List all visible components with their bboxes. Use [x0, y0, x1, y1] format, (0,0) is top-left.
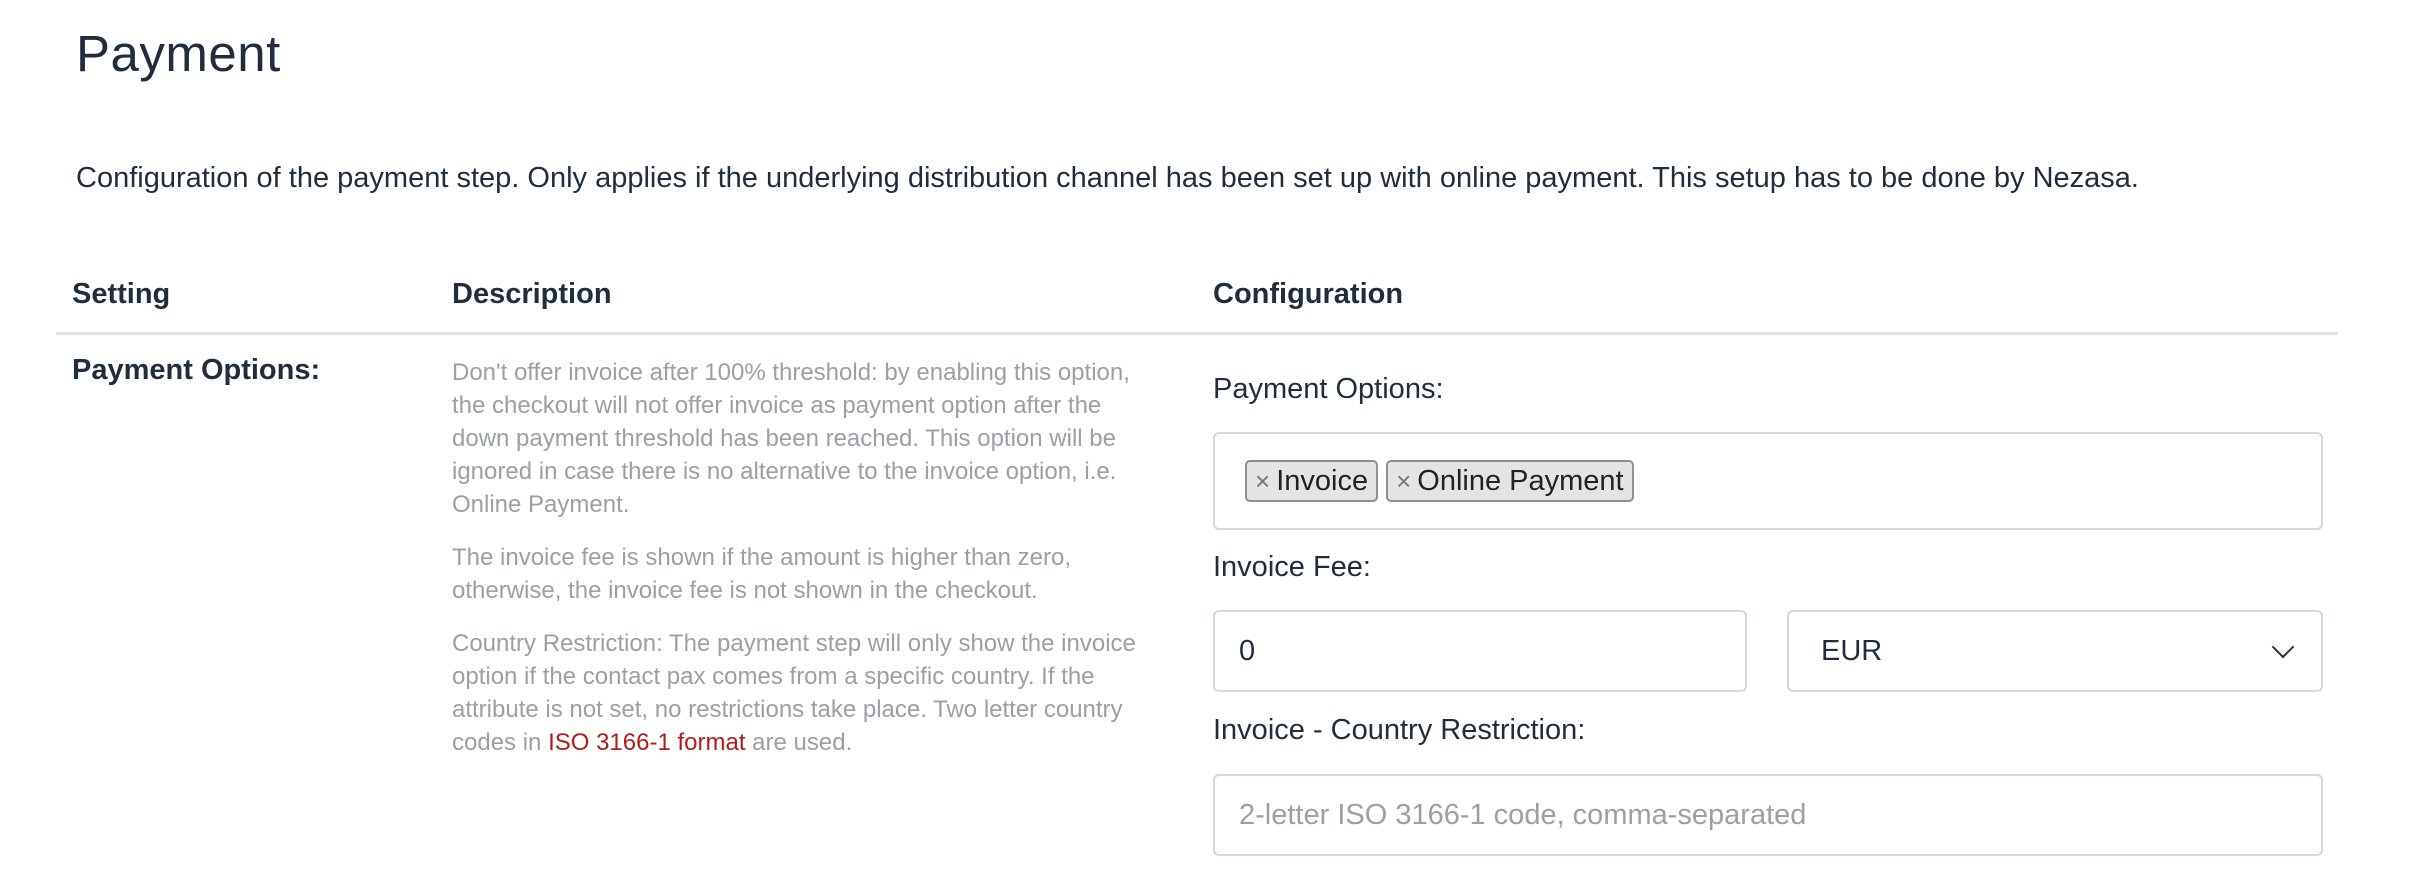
currency-value: EUR: [1821, 634, 1883, 667]
tag-online-payment: × Online Payment: [1386, 460, 1634, 502]
tag-label: Invoice: [1276, 464, 1369, 497]
tag-invoice: × Invoice: [1245, 460, 1379, 502]
country-restriction-label: Invoice - Country Restriction:: [1213, 714, 1586, 746]
column-header-description: Description: [452, 278, 612, 310]
chevron-down-icon: [2271, 635, 2295, 659]
description-text: are used.: [745, 729, 853, 756]
page-title: Payment: [76, 25, 281, 82]
description-country-restriction: Country Restriction: The payment step wi…: [452, 627, 1162, 759]
close-icon[interactable]: ×: [1396, 466, 1411, 497]
payment-options-multiselect[interactable]: × Invoice × Online Payment: [1213, 432, 2323, 530]
column-header-setting: Setting: [72, 278, 171, 310]
header-divider: [56, 332, 2338, 335]
page-intro: Configuration of the payment step. Only …: [76, 162, 2139, 194]
invoice-fee-input[interactable]: [1213, 610, 1747, 692]
country-restriction-input[interactable]: [1213, 774, 2323, 856]
tag-label: Online Payment: [1417, 464, 1624, 497]
currency-select[interactable]: EUR: [1787, 610, 2323, 692]
description-threshold: Don't offer invoice after 100% threshold…: [452, 359, 1130, 518]
column-header-configuration: Configuration: [1213, 278, 1404, 310]
setting-name: Payment Options:: [72, 354, 321, 386]
description-invoice-fee: The invoice fee is shown if the amount i…: [452, 544, 1072, 604]
close-icon[interactable]: ×: [1255, 466, 1270, 497]
invoice-fee-label: Invoice Fee:: [1213, 551, 1371, 583]
iso-format-link[interactable]: ISO 3166-1 format: [548, 729, 745, 756]
payment-options-label: Payment Options:: [1213, 373, 1444, 405]
